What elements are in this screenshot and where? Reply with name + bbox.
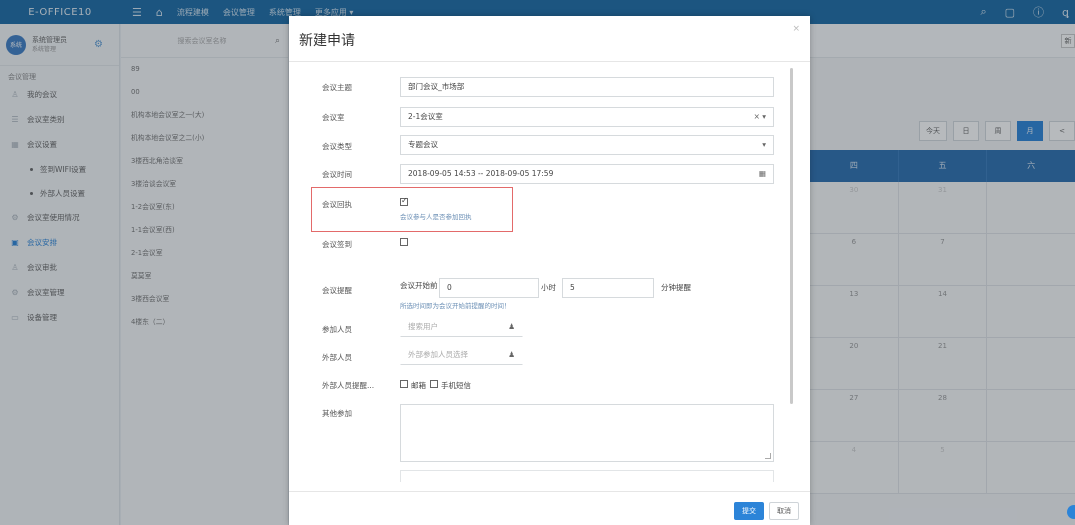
email-option-label: 邮箱 [411, 381, 426, 390]
signin-label: 会议签到 [322, 240, 352, 249]
reminder-hours-input[interactable]: 0 [439, 278, 539, 298]
external-label: 外部人员 [322, 353, 352, 362]
type-value: 专题会议 [408, 140, 438, 149]
subject-value: 部门会议_市场部 [408, 82, 465, 91]
reminder-before-label: 会议开始前 [400, 281, 438, 290]
user-icon[interactable]: ♟ [508, 346, 515, 364]
cancel-button[interactable]: 取消 [769, 502, 799, 520]
room-select[interactable]: 2-1会议室 × ▾ [400, 107, 774, 127]
participants-search-input[interactable]: 搜索用户 ♟ [400, 317, 523, 337]
close-icon[interactable]: × [792, 24, 800, 34]
next-field-partial[interactable] [400, 470, 774, 482]
new-application-dialog: 新建申请 × 会议主题 部门会议_市场部 会议室 2-1会议室 × ▾ 会议类型… [289, 16, 810, 525]
receipt-label: 会议回执 [322, 200, 352, 209]
receipt-note: 会议参与人是否参加回执 [400, 213, 472, 221]
scrollbar[interactable] [790, 68, 793, 404]
clear-dropdown-icon[interactable]: × ▾ [754, 108, 766, 126]
others-label: 其他参加 [322, 409, 352, 418]
calendar-icon[interactable]: ▦ [759, 165, 766, 183]
dialog-title: 新建申请 [299, 33, 355, 49]
reminder-note: 所选时间即为会议开始前提醒的时间！ [400, 302, 511, 310]
time-value: 2018-09-05 14:53 -- 2018-09-05 17:59 [408, 169, 554, 178]
subject-label: 会议主题 [322, 83, 352, 92]
floating-help-button[interactable] [1067, 505, 1075, 519]
external-select-input[interactable]: 外部参加人员选择 ♟ [400, 345, 523, 365]
submit-button[interactable]: 提交 [734, 502, 764, 520]
receipt-checkbox[interactable] [400, 196, 408, 206]
reminder-label: 会议提醒 [322, 286, 352, 295]
room-value: 2-1会议室 [408, 112, 443, 121]
sms-checkbox[interactable] [430, 380, 438, 388]
participants-placeholder: 搜索用户 [408, 322, 438, 331]
type-label: 会议类型 [322, 142, 352, 151]
chevron-down-icon[interactable]: ▾ [762, 136, 766, 154]
external-placeholder: 外部参加人员选择 [408, 350, 468, 359]
room-label: 会议室 [322, 113, 345, 122]
reminder-minutes-input[interactable]: 5 [562, 278, 654, 298]
hours-unit: 小时 [541, 283, 556, 292]
signin-checkbox[interactable] [400, 238, 408, 246]
footer-divider [289, 491, 810, 492]
time-range-input[interactable]: 2018-09-05 14:53 -- 2018-09-05 17:59 ▦ [400, 164, 774, 184]
sms-option-label: 手机短信 [441, 381, 471, 390]
divider [289, 61, 810, 62]
reminder-hours-value: 0 [447, 283, 452, 292]
reminder-minutes-value: 5 [570, 283, 575, 292]
type-select[interactable]: 专题会议 ▾ [400, 135, 774, 155]
external-remind-label: 外部人员提醒... [322, 381, 375, 390]
email-checkbox[interactable] [400, 380, 408, 388]
others-textarea[interactable] [400, 404, 774, 462]
participants-label: 参加人员 [322, 325, 352, 334]
minutes-unit: 分钟提醒 [661, 283, 691, 292]
subject-input[interactable]: 部门会议_市场部 [400, 77, 774, 97]
time-label: 会议时间 [322, 170, 352, 179]
user-icon[interactable]: ♟ [508, 318, 515, 336]
